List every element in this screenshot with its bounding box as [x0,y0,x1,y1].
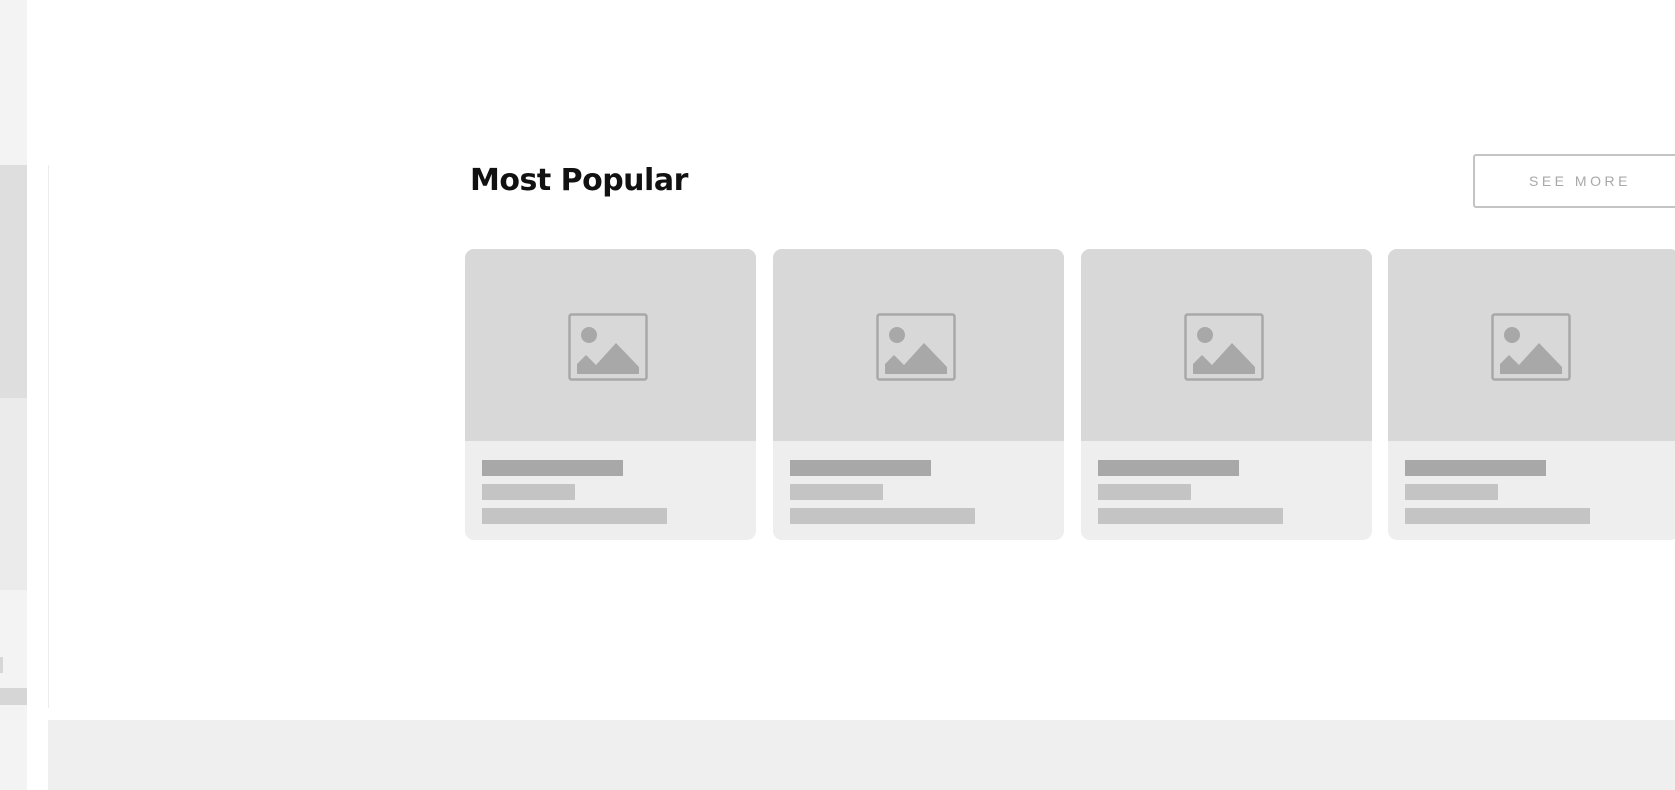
product-card[interactable] [1388,249,1675,540]
subtitle-placeholder-bar [790,484,883,500]
card-row [465,249,1675,540]
description-placeholder-bar [1405,508,1590,524]
left-sidebar-edge [0,0,27,790]
sidebar-panel-block [0,165,27,398]
vertical-divider [48,165,49,708]
image-placeholder-icon [1491,313,1571,381]
image-placeholder-icon [876,313,956,381]
title-placeholder-bar [790,460,931,476]
see-more-button[interactable]: SEE MORE [1473,154,1675,208]
card-image-placeholder [465,249,756,441]
image-placeholder-icon [1184,313,1264,381]
subtitle-placeholder-bar [1405,484,1498,500]
product-card[interactable] [1081,249,1372,540]
description-placeholder-bar [1098,508,1283,524]
description-placeholder-bar [482,508,667,524]
section-title: Most Popular [470,163,688,198]
title-placeholder-bar [1405,460,1546,476]
sidebar-panel-block [0,398,27,590]
sidebar-marker [0,657,3,673]
page: Most Popular SEE MORE [0,0,1675,790]
image-placeholder-icon [568,313,648,381]
card-image-placeholder [1081,249,1372,441]
card-image-placeholder [773,249,1064,441]
footer-band [48,720,1675,790]
title-placeholder-bar [1098,460,1239,476]
product-card[interactable] [465,249,756,540]
card-image-placeholder [1388,249,1675,441]
subtitle-placeholder-bar [482,484,575,500]
description-placeholder-bar [790,508,975,524]
title-placeholder-bar [482,460,623,476]
sidebar-panel-block [0,688,27,705]
product-card[interactable] [773,249,1064,540]
subtitle-placeholder-bar [1098,484,1191,500]
